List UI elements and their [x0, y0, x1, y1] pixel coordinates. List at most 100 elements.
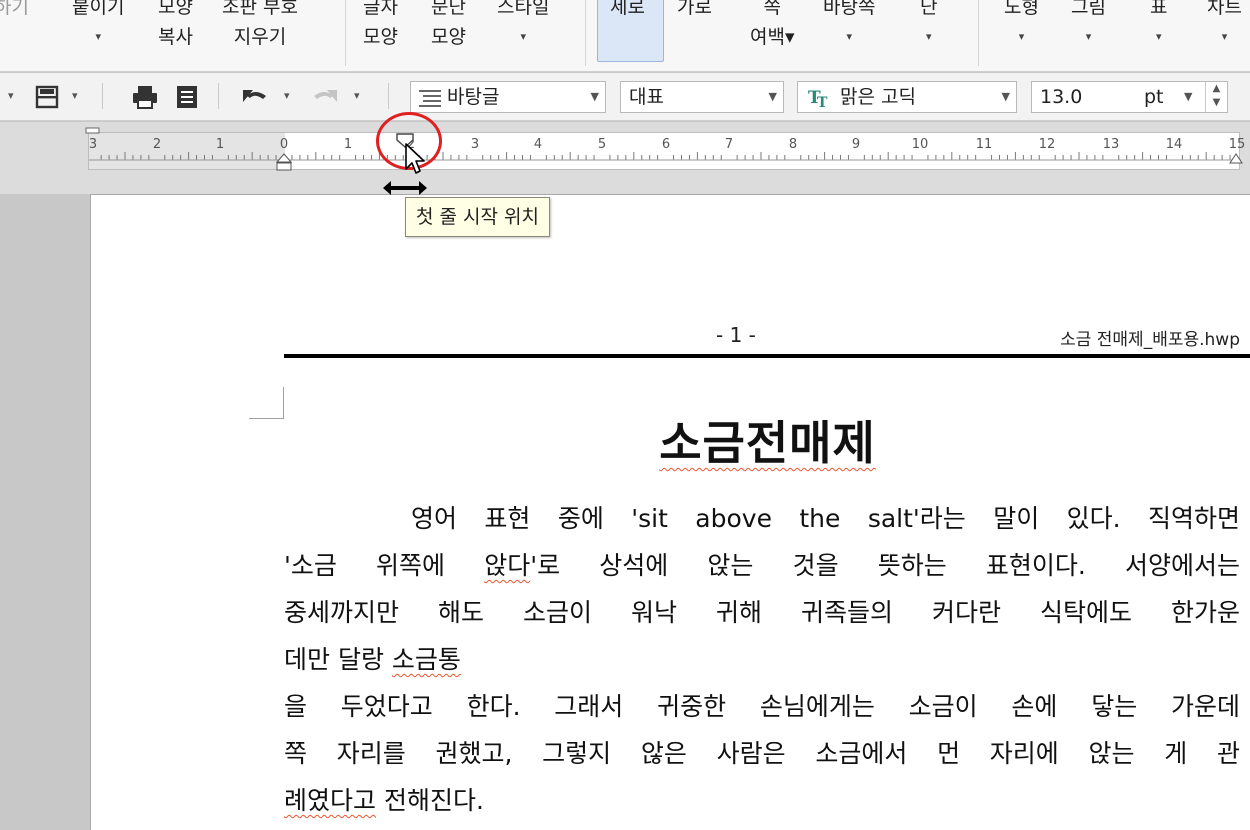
ribbon-item-page-margin[interactable]: 쪽 여백▾ — [750, 0, 795, 52]
toolbar-separator — [102, 83, 103, 109]
ribbon-item-table[interactable]: 표 ▾ — [1150, 0, 1167, 52]
font-select[interactable]: TT 맑은 고딕 ▼ — [797, 81, 1017, 113]
ruler-number: 4 — [533, 137, 543, 152]
right-indent-marker[interactable] — [1229, 153, 1243, 165]
save-icon[interactable] — [32, 83, 62, 111]
ribbon-item-label: 단 — [920, 0, 938, 18]
tooltip: 첫 줄 시작 위치 — [405, 197, 550, 237]
paragraph-style-select[interactable]: 바탕글 ▼ — [410, 81, 606, 113]
paragraph-line-text: 데만 달랑 소금통 — [284, 645, 461, 674]
font-size-unit: pt — [1144, 86, 1164, 108]
chevron-down-icon: ▼ — [1184, 90, 1193, 103]
ribbon-item-style[interactable]: 스타일 ▾ — [497, 0, 549, 52]
ribbon-item-label: 그림 — [1071, 0, 1106, 18]
ribbon-item-cut[interactable]: 하기 — [0, 0, 29, 22]
toolbar-separator — [218, 83, 219, 109]
ribbon-item-clear-codes[interactable]: 조판 부호 지우기 — [222, 0, 298, 52]
ruler-number: 9 — [851, 137, 861, 152]
ribbon-item-label: 쪽 — [763, 0, 781, 18]
ribbon-item-master-page[interactable]: 바탕쪽 ▾ — [823, 0, 875, 52]
paragraph-line: '소금 위쪽에 앉다'로 상석에 앉는 것을 뜻하는 표현이다. 서양에서는 — [284, 542, 1240, 589]
undo-icon[interactable] — [240, 83, 270, 111]
ribbon-separator — [978, 0, 979, 66]
ribbon-separator — [345, 0, 346, 66]
horizontal-ruler[interactable]: 3 2 1 0 1 2 3 4 5 6 7 8 9 10 11 12 13 14… — [85, 127, 1245, 171]
chevron-down-icon: ▾ — [1085, 30, 1092, 43]
ribbon-item-landscape[interactable]: 가로 — [677, 0, 712, 22]
ribbon-item-label: 차트 — [1207, 0, 1242, 18]
mouse-cursor-icon — [405, 143, 425, 174]
spellcheck-word: 례였다고 — [284, 786, 377, 815]
ruler-number: 1 — [215, 137, 225, 152]
ribbon-item-label: 붙이기 — [72, 0, 125, 18]
formatting-toolbar: ▾ ▾ ▾ ▾ 바탕글 ▼ 대표 ▼ TT 맑은 고딕 ▼ 13.0 pt ▼ … — [0, 73, 1250, 121]
ribbon-item-para-shape[interactable]: 문단 모양 — [431, 0, 466, 52]
document-body[interactable]: 영어 표현 중에 'sit above the salt'라는 말이 있다. 직… — [284, 495, 1240, 824]
paragraph-line: 중세까지만 해도 소금이 워낙 귀해 귀족들의 커다란 식탁에도 한가운 — [284, 598, 1240, 627]
ribbon: 하기 붙이기 ▾ 모양 복사 조판 부호 지우기 글자 모양 문단 모양 스타일… — [0, 0, 1250, 72]
chevron-down-icon: ▾ — [1018, 30, 1025, 43]
paragraph-style-value: 바탕글 — [447, 86, 500, 108]
ribbon-item-copy-format[interactable]: 모양 복사 — [158, 0, 193, 52]
ribbon-item-label: 가로 — [677, 0, 712, 18]
ruler-number: 3 — [88, 137, 98, 152]
ruler-number: 5 — [597, 137, 607, 152]
ribbon-item-shape[interactable]: 도형 ▾ — [1004, 0, 1039, 52]
ruler-number: 13 — [1102, 137, 1120, 152]
ribbon-item-columns[interactable]: 단 ▾ — [920, 0, 937, 52]
preview-icon[interactable] — [172, 83, 202, 111]
redo-icon[interactable] — [310, 83, 340, 111]
paragraph-line-text: '소금 위쪽에 앉다'로 상석에 앉는 것을 뜻하는 표현이다. 서양에서는 — [284, 551, 1240, 580]
chevron-down-icon[interactable]: ▾ — [72, 89, 78, 102]
chevron-down-icon: ▾ — [520, 30, 526, 43]
paragraph-line: 례였다고 전해진다. — [284, 777, 1240, 824]
font-size-spinner[interactable]: ▲ ▼ — [1205, 82, 1227, 112]
tab-marker[interactable] — [85, 127, 101, 135]
ribbon-item-paste[interactable]: 붙이기 ▾ — [72, 0, 124, 52]
ribbon-item-label: 스타일 — [497, 0, 550, 18]
ribbon-item-label: 세로 — [610, 0, 645, 18]
chevron-down-icon[interactable]: ▾ — [354, 89, 360, 102]
chevron-down-icon: ▾ — [1221, 30, 1228, 43]
chevron-down-icon: ▾ — [95, 30, 101, 43]
paragraph-line: 쪽 자리를 권했고, 그렇지 않은 사람은 소금에서 먼 자리에 앉는 게 관 — [284, 739, 1240, 768]
print-icon[interactable] — [130, 83, 160, 111]
chevron-down-icon[interactable]: ▾ — [8, 89, 14, 102]
language-select[interactable]: 대표 ▼ — [620, 81, 784, 113]
horizontal-resize-cursor-icon — [383, 181, 427, 195]
ribbon-item-label: 도형 — [1004, 0, 1039, 18]
margin-corner-mark — [249, 387, 284, 419]
ribbon-item-label-line2: 지우기 — [233, 26, 287, 48]
ribbon-item-label: 하기 — [0, 0, 29, 18]
font-size-value: 13.0 — [1040, 86, 1083, 108]
chevron-down-icon: ▼ — [768, 90, 777, 103]
document-title-text: 소금전매제 — [659, 416, 876, 470]
ribbon-item-label: 글자 — [363, 0, 398, 18]
ruler-number: 8 — [788, 137, 798, 152]
header-rule — [284, 354, 1250, 358]
language-value: 대표 — [629, 86, 664, 108]
ribbon-item-chart[interactable]: 차트 ▾ — [1207, 0, 1242, 52]
spellcheck-word: 소금통 — [391, 645, 461, 674]
left-indent-marker[interactable] — [275, 153, 293, 171]
spellcheck-word: 앉다 — [484, 551, 531, 580]
paragraph-line: 을 두었다고 한다. 그래서 귀중한 손님에게는 소금이 손에 닿는 가운데 — [284, 692, 1240, 721]
ribbon-item-portrait[interactable]: 세로 — [610, 0, 645, 22]
ribbon-item-label-line2: 복사 — [158, 26, 193, 48]
header-filename: 소금 전매제_배포용.hwp — [1060, 330, 1240, 350]
document-title[interactable]: 소금전매제 — [284, 407, 1250, 473]
document-workarea: - 1 - 소금 전매제_배포용.hwp 소금전매제 영어 표현 중에 'sit… — [0, 194, 1250, 830]
ribbon-item-char-shape[interactable]: 글자 모양 — [363, 0, 398, 52]
ribbon-item-label: 모양 — [158, 0, 193, 18]
ribbon-item-label: 조판 부호 — [222, 0, 298, 18]
ruler-number: 7 — [724, 137, 734, 152]
font-size-input[interactable]: 13.0 pt ▼ ▲ ▼ — [1031, 81, 1228, 113]
chevron-down-icon: ▾ — [846, 30, 852, 43]
header-page-number: - 1 - — [716, 323, 756, 347]
ribbon-item-label: 표 — [1150, 0, 1168, 18]
document-page[interactable]: - 1 - 소금 전매제_배포용.hwp 소금전매제 영어 표현 중에 'sit… — [90, 194, 1250, 830]
chevron-down-icon[interactable]: ▾ — [284, 89, 290, 102]
chevron-down-icon: ▾ — [1155, 30, 1162, 43]
ribbon-item-picture[interactable]: 그림 ▾ — [1071, 0, 1106, 52]
ribbon-separator — [585, 0, 586, 66]
